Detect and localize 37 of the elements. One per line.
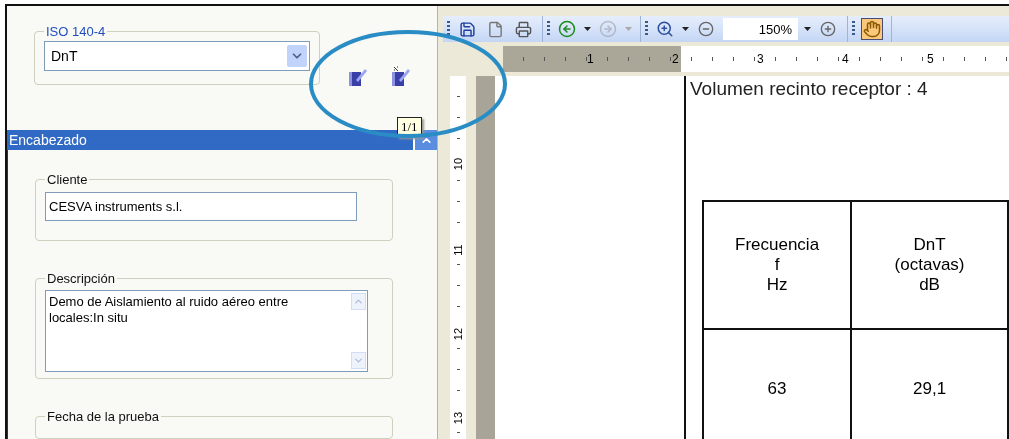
table-cell: 63	[703, 329, 852, 439]
printer-icon	[514, 20, 532, 38]
notebook-icon	[346, 66, 368, 88]
standard-dropdown[interactable]: DnT	[44, 41, 310, 71]
field-label: Descripción	[46, 271, 116, 286]
ruler-number: 4	[841, 52, 850, 66]
client-input[interactable]: CESVA instruments s.l.	[45, 192, 357, 221]
caret-icon[interactable]	[804, 27, 811, 31]
ruler-number: 2	[671, 52, 680, 66]
page-tooltip: 1/1	[397, 117, 422, 137]
zoom-field[interactable]: 150%	[723, 18, 798, 40]
zoom-in-icon	[656, 20, 674, 38]
ruler-number: 3	[756, 52, 765, 66]
group-label: ISO 140-4	[45, 24, 107, 39]
ruler-number: 12	[452, 326, 464, 342]
field-label: Cliente	[46, 172, 89, 187]
field-label: Fecha de la prueba	[46, 409, 161, 424]
ruler-number: 1	[586, 52, 595, 66]
hand-icon	[863, 20, 881, 38]
section-title: Encabezado	[9, 132, 87, 148]
ruler-number: 13	[452, 410, 464, 426]
save-icon	[458, 20, 476, 38]
column-header: Frecuencia f Hz	[703, 201, 852, 329]
chevron-down-icon	[287, 45, 307, 67]
plus-icon	[820, 21, 836, 37]
caret-icon[interactable]	[682, 27, 689, 31]
toolbar-button[interactable]	[556, 18, 578, 40]
caret-icon[interactable]	[584, 27, 591, 31]
document-heading: Volumen recinto receptor : 4	[690, 78, 929, 100]
minus-icon	[698, 21, 714, 37]
notebook-icon	[389, 66, 411, 88]
column-header: DnT (octavas) dB	[851, 201, 1008, 329]
ruler-number: 10	[452, 156, 464, 172]
toolbar-button[interactable]	[861, 18, 883, 40]
ruler-number: 5	[926, 52, 935, 66]
ruler-number: 11	[452, 242, 464, 258]
page-icon	[486, 20, 504, 38]
